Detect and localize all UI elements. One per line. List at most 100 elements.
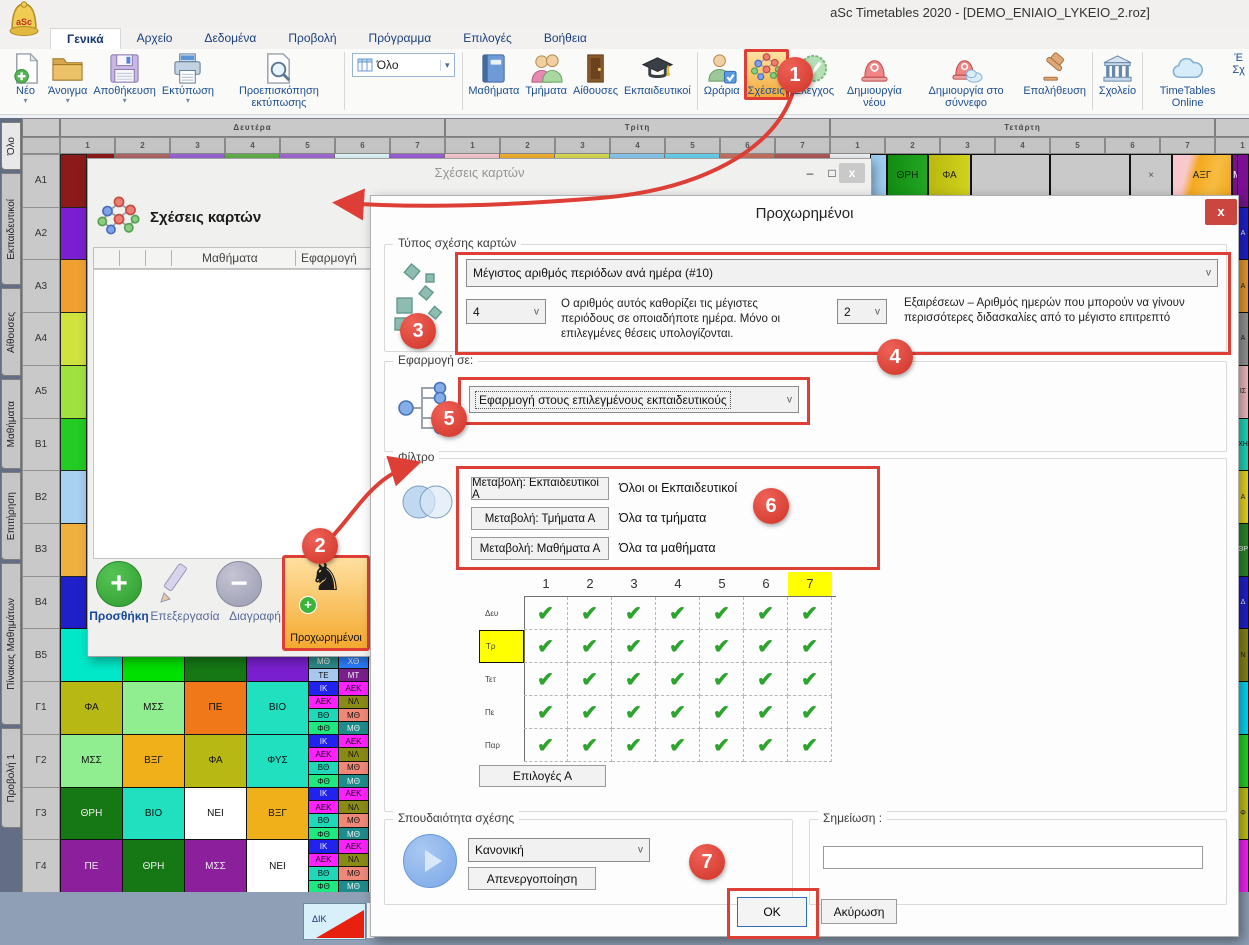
grid-check-cell[interactable]: ✔ (524, 663, 568, 696)
timetable-card[interactable]: ΒΙΟ (122, 787, 185, 841)
timetable-mini-card[interactable]: ΑΕΚ (338, 734, 369, 748)
grid-check-cell[interactable]: ✔ (700, 663, 744, 696)
row-header-A5[interactable]: A5 (22, 365, 60, 419)
timetable-card[interactable]: ΘΡΗ (60, 787, 123, 841)
grid-check-cell[interactable]: ✔ (788, 729, 832, 762)
timetable-mini-card[interactable]: ΝΛ (338, 695, 369, 709)
timetable-mini-card[interactable]: ΜΘ (338, 813, 369, 827)
sidebar-tab-supervision[interactable]: Επιτήρηση (1, 472, 21, 560)
grid-check-cell[interactable]: ✔ (656, 663, 700, 696)
timetable-mini-card[interactable]: ΑΕΚ (308, 800, 339, 814)
timetable-mini-card[interactable]: ΑΕΚ (308, 695, 339, 709)
note-input[interactable] (823, 846, 1203, 869)
delete-icon[interactable]: − (216, 561, 262, 607)
grid-check-cell[interactable]: ✔ (524, 630, 568, 663)
grid-check-cell[interactable]: ✔ (788, 597, 832, 630)
timetable-card[interactable]: ΠΕ (184, 681, 247, 735)
advanced-button[interactable]: ♞ + Προχωρημένοι (282, 555, 370, 651)
timetable-mini-card[interactable]: ΜΘ (338, 761, 369, 775)
timetable-mini-card[interactable]: ΑΕΚ (308, 747, 339, 761)
delete-button[interactable]: Διαγραφή (224, 609, 286, 623)
grid-check-cell[interactable]: ✔ (612, 663, 656, 696)
timetable-mini-card[interactable]: ΑΕΚ (338, 839, 369, 853)
grid-check-cell[interactable]: ✔ (612, 729, 656, 762)
row-header-A1[interactable]: A1 (22, 154, 60, 208)
relation-type-dropdown[interactable]: Μέγιστος αριθμός περιόδων ανά ημέρα (#10… (466, 259, 1218, 287)
asc-bell-icon[interactable]: aSc (2, 0, 46, 40)
importance-dropdown[interactable]: Κανονική (468, 838, 650, 862)
timetable-card[interactable]: ΒΞΓ (246, 787, 309, 841)
timetable-card[interactable] (971, 154, 1050, 196)
timetable-card[interactable]: ΑΞΓ (1172, 154, 1232, 196)
sidebar-tab-teachers[interactable]: Εκπαιδευτικοί (1, 173, 21, 285)
row-header-A4[interactable]: A4 (22, 312, 60, 366)
edit-button[interactable]: Επεξεργασία (144, 609, 226, 623)
grid-check-cell[interactable]: ✔ (568, 729, 612, 762)
exceptions-dropdown[interactable]: 2 (837, 299, 887, 324)
timetable-mini-card[interactable]: ΝΛ (338, 800, 369, 814)
timetable-card[interactable]: ΘΡΗ (887, 154, 928, 196)
timetable-mini-card[interactable]: ΜΘ (338, 866, 369, 880)
card-sliver[interactable] (60, 418, 87, 472)
timetable-card[interactable]: ΦΑ (60, 681, 123, 735)
grid-check-cell[interactable]: ✔ (788, 630, 832, 663)
card-sliver[interactable] (60, 207, 87, 261)
grid-check-cell[interactable]: ✔ (700, 729, 744, 762)
grid-check-cell[interactable]: ✔ (744, 630, 788, 663)
timetable-mini-card[interactable]: ΑΕΚ (308, 853, 339, 867)
timetable-mini-card[interactable]: ΒΘ (308, 866, 339, 880)
grid-check-cell[interactable]: ✔ (700, 597, 744, 630)
grid-check-cell[interactable]: ✔ (568, 696, 612, 729)
card-sliver[interactable] (60, 259, 87, 313)
grid-check-cell[interactable]: ✔ (744, 729, 788, 762)
timetable-card[interactable]: ΦΑ (928, 154, 971, 196)
filter-change-button-teachers[interactable]: Μεταβολή: Εκπαιδευτικοί Α (471, 477, 609, 500)
grid-check-cell[interactable]: ✔ (700, 696, 744, 729)
column-header-subjects[interactable]: Μαθήματα (202, 251, 258, 265)
timetable-mini-card[interactable]: ΜΘ (338, 708, 369, 722)
add-icon[interactable]: + (96, 561, 142, 607)
row-header-B5[interactable]: B5 (22, 628, 60, 682)
row-header-Γ3[interactable]: Γ3 (22, 787, 60, 841)
timetable-card[interactable]: ΘΡΗ (122, 839, 185, 893)
filter-change-button-subjects[interactable]: Μεταβολή: Μαθήματα Α (471, 537, 609, 560)
timetable-mini-card[interactable]: ΒΘ (308, 761, 339, 775)
row-header-A2[interactable]: A2 (22, 207, 60, 261)
grid-check-cell[interactable]: ✔ (788, 663, 832, 696)
row-header-Γ2[interactable]: Γ2 (22, 734, 60, 788)
grid-check-cell[interactable]: ✔ (524, 696, 568, 729)
max-periods-dropdown[interactable]: 4 (466, 299, 546, 324)
timetable-mini-card[interactable]: ΝΛ (338, 747, 369, 761)
apply-to-dropdown[interactable]: Εφαρμογή στους επιλεγμένους εκπαιδευτικο… (469, 386, 799, 413)
dik-card[interactable]: ΔΙΚ (303, 903, 366, 940)
timetable-mini-card[interactable]: ΒΘ (308, 813, 339, 827)
timetable-mini-card[interactable]: ΙΚ (308, 787, 339, 801)
grid-check-cell[interactable]: ✔ (568, 663, 612, 696)
timetable-mini-card[interactable]: ΙΚ (308, 681, 339, 695)
timetable-card[interactable]: ΝΕΙ (184, 787, 247, 841)
timetable-card[interactable]: ΝΕΙ (246, 839, 309, 893)
add-button[interactable]: Προσθήκη (88, 609, 150, 623)
timetable-mini-card[interactable]: ΒΘ (308, 708, 339, 722)
timetable-card[interactable] (1050, 154, 1130, 196)
timetable-card[interactable]: ΜΣΣ (60, 734, 123, 788)
timetable-mini-card[interactable]: ΑΕΚ (338, 681, 369, 695)
card-sliver[interactable] (60, 365, 87, 419)
grid-check-cell[interactable]: ✔ (568, 597, 612, 630)
row-header-B4[interactable]: B4 (22, 576, 60, 630)
row-header-A3[interactable]: A3 (22, 259, 60, 313)
edit-pencil-icon[interactable] (153, 561, 197, 605)
minimize-button[interactable]: – (799, 163, 821, 183)
grid-check-cell[interactable]: ✔ (656, 597, 700, 630)
column-header-apply[interactable]: Εφαρμογή (301, 251, 357, 265)
card-sliver[interactable] (60, 154, 87, 208)
timetable-mini-card[interactable]: ΝΛ (338, 853, 369, 867)
close-icon[interactable]: x (1205, 199, 1237, 225)
grid-check-cell[interactable]: ✔ (656, 729, 700, 762)
grid-check-cell[interactable]: ✔ (744, 696, 788, 729)
timetable-card[interactable]: ΒΙΟ (246, 681, 309, 735)
row-header-B3[interactable]: B3 (22, 523, 60, 577)
grid-check-cell[interactable]: ✔ (612, 696, 656, 729)
filter-change-button-classes[interactable]: Μεταβολή: Τμήματα Α (471, 507, 609, 530)
grid-check-cell[interactable]: ✔ (744, 663, 788, 696)
